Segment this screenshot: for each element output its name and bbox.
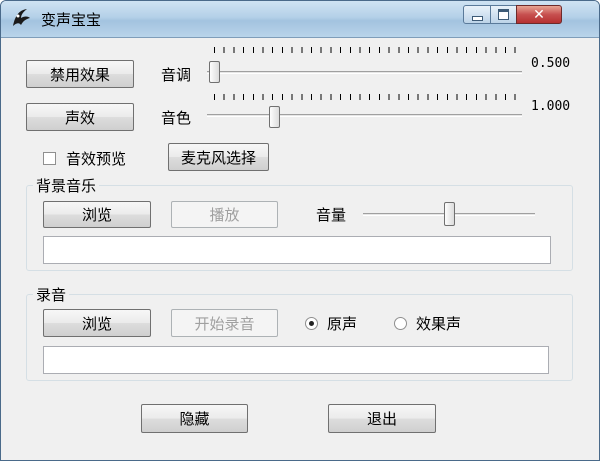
preview-checkbox-label: 音效预览: [66, 150, 127, 168]
preview-checkbox[interactable]: [43, 152, 56, 165]
client-area: 禁用效果 音调 0.500 声效 音色 1.000 音效预览 麦克风选择 背景音…: [7, 38, 593, 454]
close-icon: ✕: [533, 6, 545, 23]
close-button[interactable]: ✕: [516, 5, 562, 24]
bgm-file-input[interactable]: [43, 236, 551, 264]
original-voice-radio[interactable]: [305, 317, 318, 330]
title-bar[interactable]: 变声宝宝 ✕: [1, 1, 599, 38]
maximize-icon: [498, 9, 509, 20]
original-voice-label: 原声: [327, 315, 358, 333]
background-music-title: 背景音乐: [33, 175, 100, 196]
bgm-play-button[interactable]: 播放: [171, 201, 278, 228]
pitch-value: 0.500: [531, 56, 571, 71]
background-music-group: 背景音乐 浏览 播放 音量: [26, 175, 573, 271]
mic-select-button[interactable]: 麦克风选择: [168, 143, 269, 171]
pitch-slider-track: [207, 71, 522, 74]
effect-voice-label: 效果声: [416, 315, 462, 333]
recording-title: 录音: [33, 284, 70, 305]
recording-group: 录音 浏览 开始录音 原声 效果声: [26, 284, 573, 381]
bgm-browse-button[interactable]: 浏览: [43, 201, 151, 228]
record-browse-button[interactable]: 浏览: [43, 309, 151, 337]
sound-effect-button[interactable]: 声效: [26, 103, 134, 131]
start-recording-button[interactable]: 开始录音: [171, 309, 278, 337]
maximize-button[interactable]: [490, 5, 517, 24]
timbre-slider-thumb[interactable]: [268, 106, 280, 128]
effect-voice-radio[interactable]: [394, 317, 407, 330]
volume-slider-thumb[interactable]: [443, 202, 455, 226]
main-window: 变声宝宝 ✕ 禁用效果 音调 0.500 声效 音色 1.000 音效预览 麦克…: [0, 0, 600, 461]
pitch-label: 音调: [161, 66, 192, 84]
app-logo-icon: [13, 9, 30, 26]
minimize-button[interactable]: [463, 5, 491, 24]
minimize-icon: [471, 15, 483, 21]
pitch-slider-ticks: [214, 47, 519, 53]
window-title: 变声宝宝: [41, 11, 102, 29]
timbre-slider-track: [207, 114, 522, 117]
record-file-input[interactable]: [43, 346, 549, 374]
timbre-slider-ticks: [214, 94, 519, 100]
disable-effects-button[interactable]: 禁用效果: [26, 60, 134, 88]
timbre-value: 1.000: [531, 99, 571, 114]
timbre-label: 音色: [161, 109, 192, 127]
exit-button[interactable]: 退出: [328, 404, 436, 433]
hide-button[interactable]: 隐藏: [141, 404, 248, 433]
pitch-slider-thumb[interactable]: [209, 61, 220, 83]
volume-label: 音量: [316, 206, 347, 224]
